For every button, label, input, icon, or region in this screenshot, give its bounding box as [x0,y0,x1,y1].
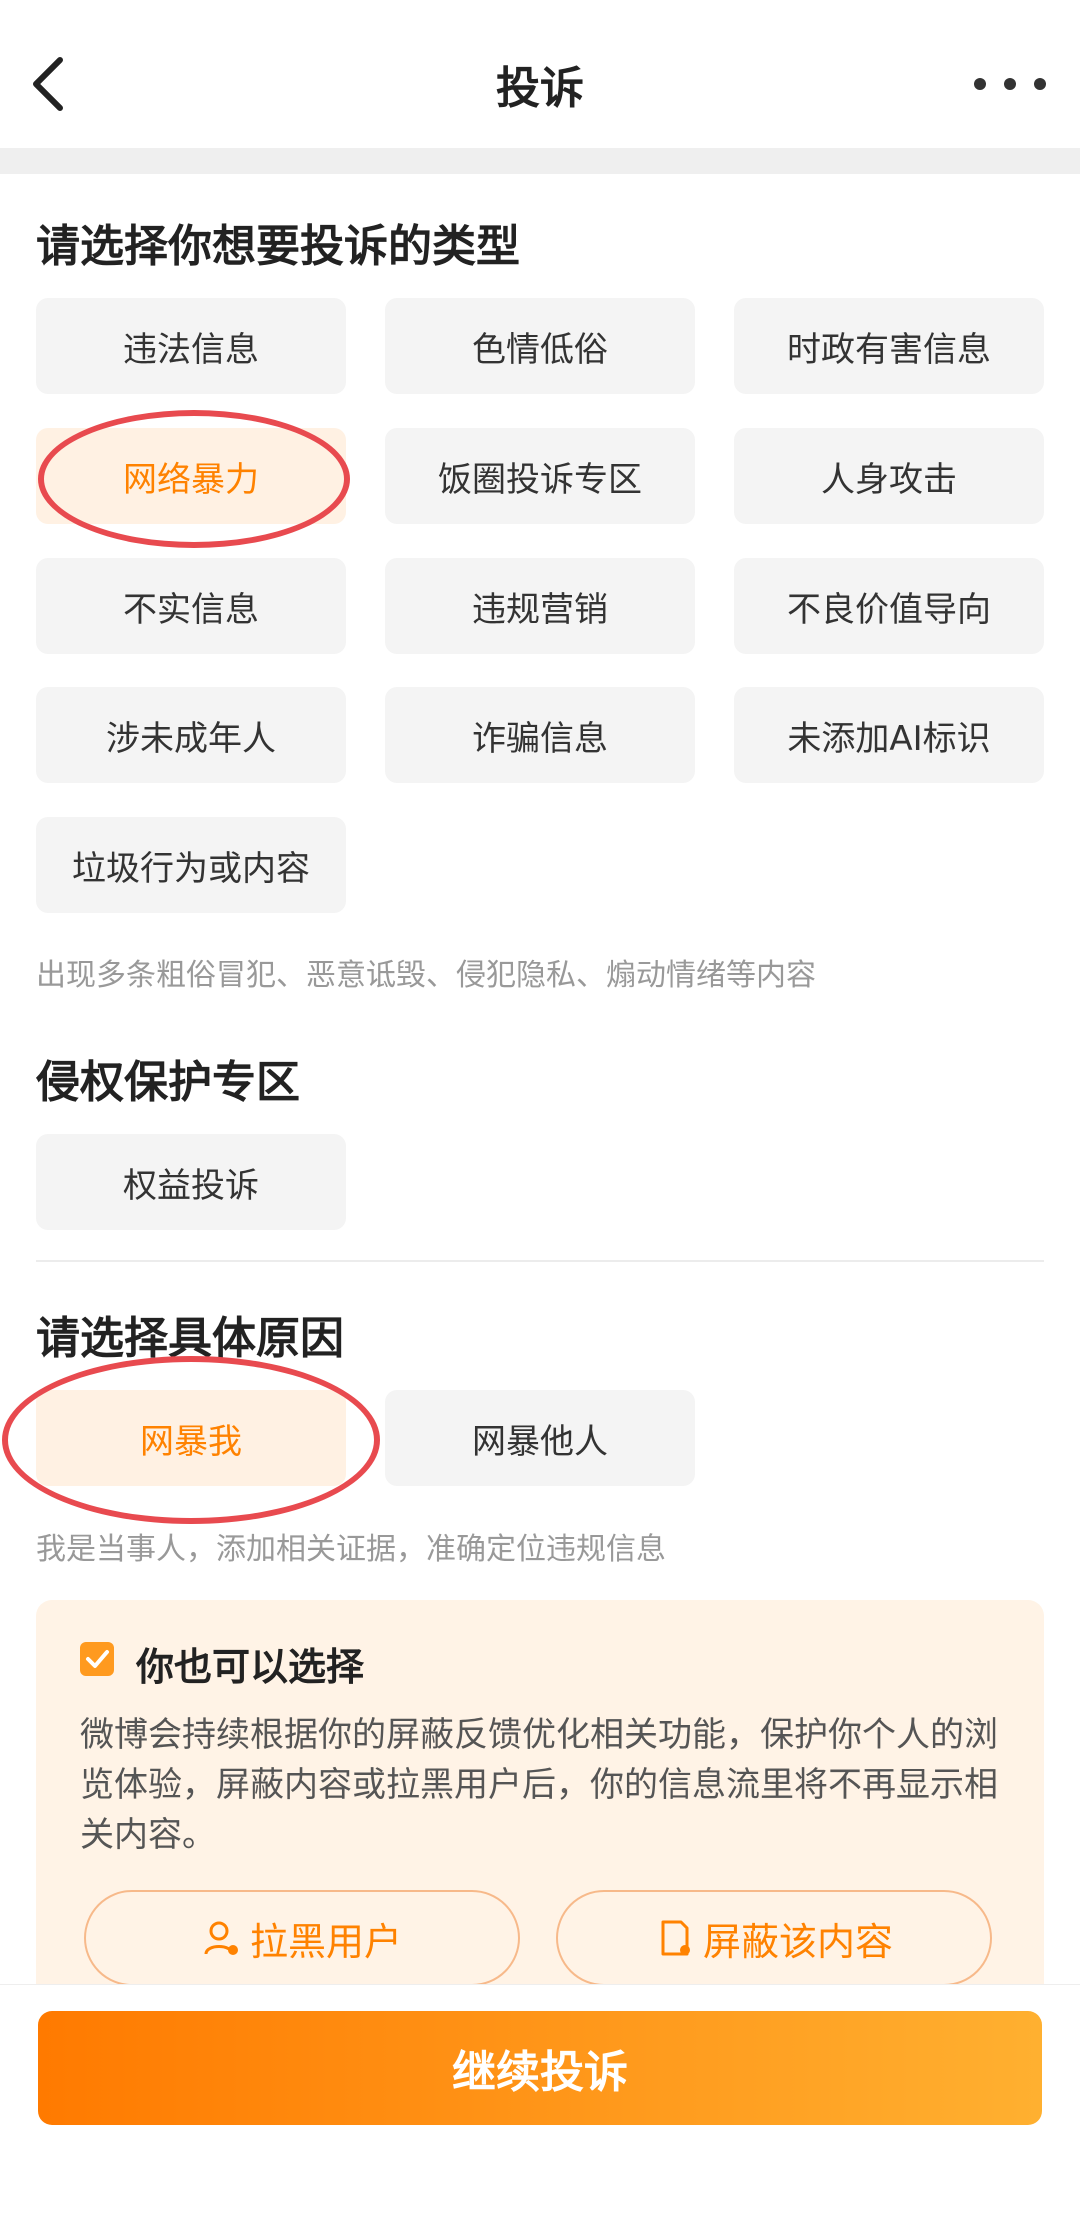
rights-section-title: 侵权保护专区 [36,1057,300,1108]
user-block-icon [204,1921,238,1955]
type-option-no-ai-label[interactable]: 未添加AI标识 [734,687,1044,783]
type-option-porn[interactable]: 色情低俗 [385,298,695,394]
top-nav-bar: 投诉 [0,0,1080,148]
type-option-illegal-info[interactable]: 违法信息 [36,298,346,394]
alternative-title: 你也可以选择 [136,1645,365,1689]
header-separator [0,148,1080,174]
reason-section-title: 请选择具体原因 [36,1313,344,1364]
alternative-panel: 你也可以选择 微博会持续根据你的屏蔽反馈优化相关功能，保护你个人的浏览体验，屏蔽… [36,1600,1044,2000]
block-user-label: 拉黑用户 [249,1919,402,1964]
type-option-false-info[interactable]: 不实信息 [36,558,346,654]
checkbox-checked-icon [80,1642,114,1676]
type-option-cyberbullying[interactable]: 网络暴力 [36,428,346,524]
type-option-personal-attack[interactable]: 人身攻击 [734,428,1044,524]
type-option-bad-values[interactable]: 不良价值导向 [734,558,1044,654]
type-option-minors[interactable]: 涉未成年人 [36,687,346,783]
rights-option-complaint[interactable]: 权益投诉 [36,1134,346,1230]
hide-content-label: 屏蔽该内容 [702,1919,893,1964]
more-dots-icon [974,78,1046,90]
reason-hint: 我是当事人，添加相关证据，准确定位违规信息 [36,1532,666,1567]
reason-option-bullied-me[interactable]: 网暴我 [36,1390,346,1486]
alternative-description: 微博会持续根据你的屏蔽反馈优化相关功能，保护你个人的浏览体验，屏蔽内容或拉黑用户… [80,1715,998,1855]
block-user-button[interactable]: 拉黑用户 [84,1890,520,1986]
type-option-illegal-marketing[interactable]: 违规营销 [385,558,695,654]
type-option-fraud[interactable]: 诈骗信息 [385,687,695,783]
reason-option-bullied-others[interactable]: 网暴他人 [385,1390,695,1486]
type-option-fandom[interactable]: 饭圈投诉专区 [385,428,695,524]
bottom-bar: 继续投诉 [0,1984,1080,2220]
hide-content-button[interactable]: 屏蔽该内容 [556,1890,992,1986]
continue-complaint-button[interactable]: 继续投诉 [38,2011,1042,2125]
complaint-type-title: 请选择你想要投诉的类型 [36,221,520,272]
more-button[interactable] [960,54,1060,114]
section-divider [36,1260,1044,1262]
page-title: 投诉 [496,63,584,114]
type-option-political-harm[interactable]: 时政有害信息 [734,298,1044,394]
complaint-type-hint: 出现多条粗俗冒犯、恶意诋毁、侵犯隐私、煽动情绪等内容 [36,958,816,993]
document-hide-icon [661,1920,690,1956]
type-option-spam[interactable]: 垃圾行为或内容 [36,817,346,913]
